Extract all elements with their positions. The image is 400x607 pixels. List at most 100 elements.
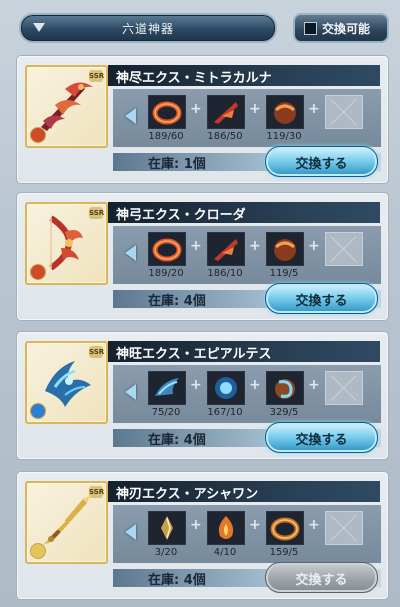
weapon-portrait[interactable]: SSR [25,341,108,424]
material-slot-3[interactable] [266,511,304,545]
category-dropdown-label: 六道神器 [121,22,174,36]
item-title-bar: 神刃エクス・アシャワン [108,481,380,502]
gold-shard-material-icon [161,516,173,540]
red-scythe-weapon-icon [41,82,93,131]
plus-icon: + [249,238,261,254]
material-count: 186/50 [207,131,243,142]
plus-icon: + [308,517,320,533]
exchange-button-label: 交換する [295,573,348,588]
item-title-bar: 神尽エクス・ミトラカルナ [108,65,380,86]
exchange-item-card: 神弓エクス・クローダ SSR + + + 189/20 186/10 119/5… [17,193,388,320]
plus-icon: + [308,377,320,393]
materials-panel: + + + 3/20 4/10 159/5 [113,505,381,563]
empty-slot-icon [325,371,363,405]
material-count: 189/20 [148,268,184,279]
exchange-item-card: 神旺エクス・エピアルテス SSR + + + 75/20 167/10 329/… [17,332,388,459]
exchange-button[interactable]: 交換する [265,283,378,314]
red-blade-material-icon [214,102,238,124]
material-count: 119/5 [269,268,299,279]
material-count: 167/10 [207,407,243,418]
fire-element-icon [30,264,46,280]
fire-element-icon [30,127,46,143]
exchange-button-label: 交換する [295,433,348,448]
red-ring-material-icon [152,101,182,125]
materials-panel: + + + 75/20 167/10 329/5 [113,365,381,423]
material-slot-3[interactable] [266,371,304,405]
plus-icon: + [190,101,202,117]
material-slot-2[interactable] [207,511,245,545]
material-count: 3/20 [154,547,178,558]
exchange-button-disabled[interactable]: 交換する [265,562,378,593]
exchange-item-card: 神尽エクス・ミトラカルナ SSR + + + 189/60 186/50 119… [17,56,388,183]
material-slot-2[interactable] [207,95,245,129]
item-title: 神弓エクス・クローダ [116,208,246,223]
plus-icon: + [308,238,320,254]
materials-panel: + + + 189/20 186/10 119/5 [113,226,381,284]
stock-text: 在庫: 4個 [148,433,206,448]
stock-text: 在庫: 4個 [148,573,206,588]
material-count: 4/10 [213,547,237,558]
top-bar: 六道神器 交換可能 [0,0,400,48]
red-bow-weapon-icon [49,215,83,271]
material-slot-1[interactable] [148,232,186,266]
empty-slot-icon [325,232,363,266]
material-slot-3[interactable] [266,95,304,129]
exchange-item-card: 神刃エクス・アシャワン SSR + + + 3/20 4/10 159/5 在庫… [17,472,388,599]
material-slot-2[interactable] [207,232,245,266]
checkbox[interactable] [304,22,317,35]
material-count: 186/10 [207,268,243,279]
red-orb-material-icon [274,102,296,124]
arrow-left-icon [125,524,136,540]
exchange-button[interactable]: 交換する [265,422,378,453]
item-title: 神刃エクス・アシャワン [116,487,259,502]
item-title-bar: 神弓エクス・クローダ [108,202,380,223]
material-count: 159/5 [269,547,299,558]
plus-icon: + [190,517,202,533]
materials-panel: + + + 189/60 186/50 119/30 [113,89,381,147]
plus-icon: + [190,238,202,254]
red-ring-material-icon [152,238,182,262]
item-title: 神旺エクス・エピアルテス [116,347,272,362]
blue-claw-weapon-icon [45,361,91,407]
material-count: 329/5 [269,407,299,418]
weapon-portrait[interactable]: SSR [25,65,108,148]
water-element-icon [30,403,46,419]
material-slot-3[interactable] [266,232,304,266]
empty-slot-icon [325,511,363,545]
light-element-icon [30,543,46,559]
arrow-left-icon [125,245,136,261]
stock-text: 在庫: 4個 [148,294,206,309]
material-slot-1[interactable] [148,371,186,405]
item-title: 神尽エクス・ミトラカルナ [116,71,272,86]
blue-claw-material-icon [155,378,179,396]
plus-icon: + [308,101,320,117]
stock-text: 在庫: 1個 [148,157,206,172]
gold-ring-material-icon [270,517,300,541]
arrow-left-icon [125,108,136,124]
category-dropdown[interactable]: 六道神器 [19,13,277,43]
material-slot-2[interactable] [207,371,245,405]
arrow-left-icon [125,384,136,400]
plus-icon: + [249,517,261,533]
gold-flame-material-icon [218,516,234,539]
material-count: 119/30 [266,131,302,142]
empty-slot-icon [325,95,363,129]
blue-hook-material-icon [275,379,295,399]
item-title-bar: 神旺エクス・エピアルテス [108,341,380,362]
exchangeable-filter-toggle[interactable]: 交換可能 [293,13,389,43]
material-count: 75/20 [151,407,181,418]
weapon-portrait[interactable]: SSR [25,202,108,285]
exchange-button[interactable]: 交換する [265,146,378,177]
exchange-button-label: 交換する [295,294,348,309]
exchangeable-filter-label: 交換可能 [322,22,371,36]
blue-orb-material-icon [215,377,237,399]
weapon-portrait[interactable]: SSR [25,481,108,564]
material-slot-1[interactable] [148,511,186,545]
red-blade-material-icon [214,239,238,261]
material-slot-1[interactable] [148,95,186,129]
gold-sword-weapon-icon [43,495,91,545]
plus-icon: + [190,377,202,393]
material-count: 189/60 [148,131,184,142]
red-orb-material-icon [274,239,296,261]
exchange-button-label: 交換する [295,157,348,172]
